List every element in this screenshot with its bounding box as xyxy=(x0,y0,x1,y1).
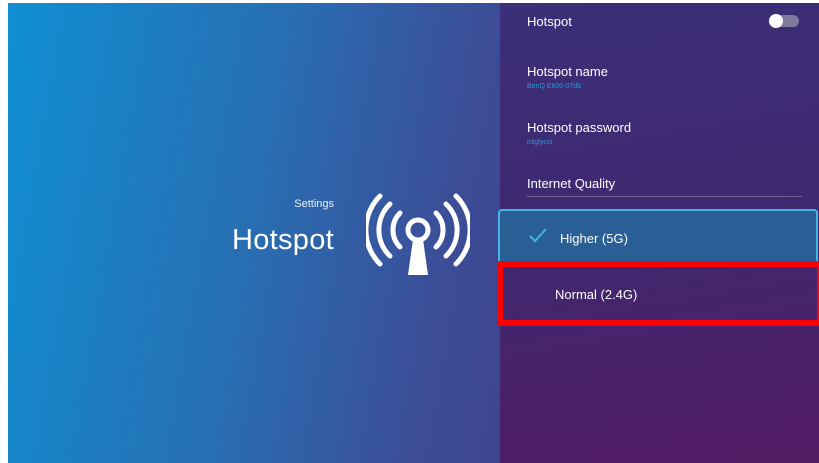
hotspot-toggle[interactable] xyxy=(769,14,799,28)
divider xyxy=(527,196,802,197)
hotspot-name-value: BenQ E600-07db xyxy=(527,83,582,90)
settings-screen: Settings Hotspot Hotspot Hotspot name Be… xyxy=(8,3,819,463)
wifi-hotspot-icon xyxy=(366,193,470,275)
option-label: Higher (5G) xyxy=(560,231,628,246)
hotspot-label: Hotspot xyxy=(527,14,572,29)
option-normal-2-4g[interactable]: Normal (2.4G) xyxy=(500,266,819,322)
internet-quality-label: Internet Quality xyxy=(527,176,616,191)
hotspot-name-label[interactable]: Hotspot name xyxy=(527,64,608,79)
checkmark-icon xyxy=(529,228,547,243)
settings-panel: Hotspot Hotspot name BenQ E600-07db Hots… xyxy=(498,3,819,463)
hotspot-password-label[interactable]: Hotspot password xyxy=(527,120,631,135)
option-higher-5g[interactable]: Higher (5G) xyxy=(498,209,818,265)
page-title: Hotspot xyxy=(231,224,334,256)
breadcrumb: Settings xyxy=(294,198,334,210)
page-header: Settings Hotspot xyxy=(8,198,334,257)
hotspot-password-value: mlglycst xyxy=(527,139,553,146)
toggle-knob xyxy=(769,14,783,28)
option-label: Normal (2.4G) xyxy=(555,287,638,302)
